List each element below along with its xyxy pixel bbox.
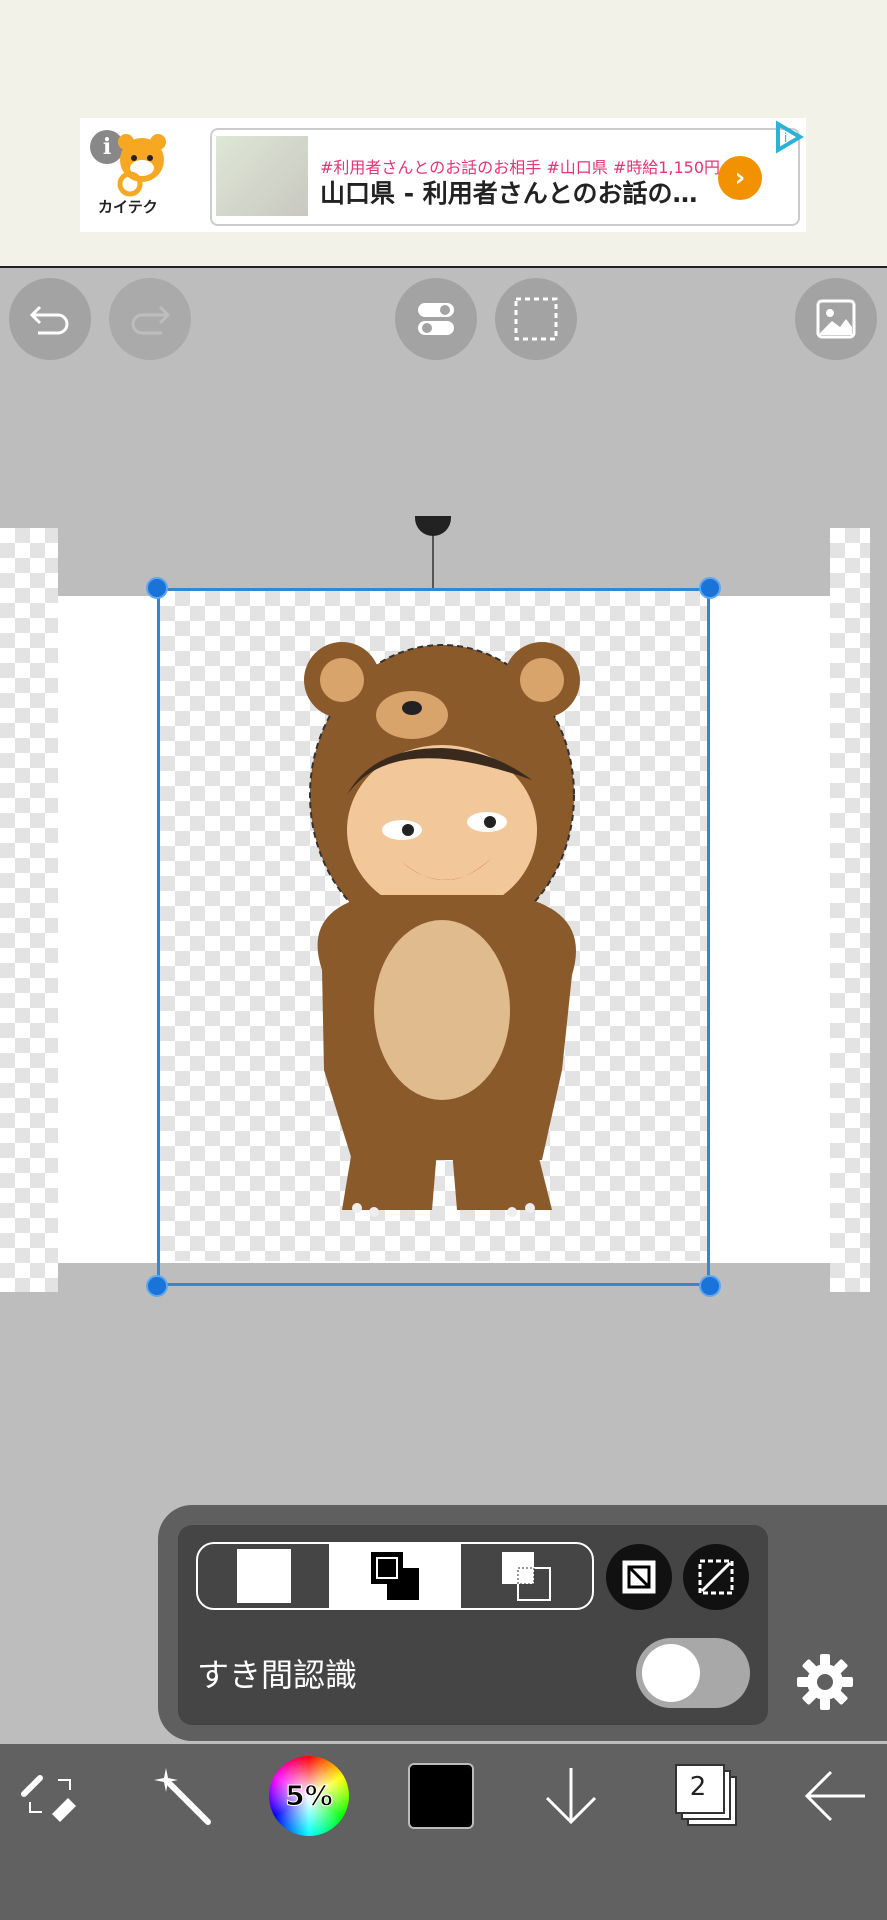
handle-bottom-left[interactable] [146,1275,168,1297]
ad-banner-area: i カイテク #利用者さんとのお話のお相手 #山口県 #時給1,150円 山口県… [0,0,887,268]
toggle-knob [642,1644,700,1702]
mode-subtract-icon [502,1552,552,1601]
current-color-swatch [408,1763,474,1829]
undo-button[interactable] [9,278,91,360]
layers-count: 2 [689,1772,707,1802]
mode-add-icon [370,1552,419,1600]
mode-subtract-button[interactable] [461,1544,592,1608]
magic-wand-icon [154,1768,211,1825]
toggle-panel-button[interactable] [395,278,477,360]
clear-selection-button[interactable] [683,1544,749,1610]
color-wheel-icon: 5% [269,1756,349,1836]
selection-rectangle[interactable] [157,588,710,1286]
rotate-line [432,533,434,588]
arrow-down-icon [545,1768,597,1825]
ad-arrow-button[interactable]: › [718,156,762,200]
toggle-icon [418,303,454,335]
gap-detection-toggle[interactable] [636,1638,750,1708]
back-button[interactable] [800,1758,872,1834]
handle-top-right[interactable] [699,577,721,599]
mode-new-icon [236,1549,291,1603]
mode-new-button[interactable] [198,1544,329,1608]
gap-detection-label: すき間認識 [197,1656,358,1694]
select-tool-button[interactable] [495,278,577,360]
ad-card[interactable]: #利用者さんとのお話のお相手 #山口県 #時給1,150円 山口県 - 利用者さ… [210,128,800,226]
adchoices-icon[interactable]: i [772,120,806,154]
image-button[interactable] [795,278,877,360]
layers-icon: 2 [675,1764,739,1828]
ad-photo [216,136,308,216]
brush-percent: 5% [285,1779,334,1813]
arrow-left-icon [804,1770,865,1822]
undo-icon [29,305,69,335]
color-wheel-button[interactable]: 5% [268,1756,350,1836]
handle-top-left[interactable] [146,577,168,599]
ad-logo[interactable]: i カイテク [80,118,190,232]
brush-eraser-icon [21,1775,76,1822]
redo-button[interactable] [109,278,191,360]
ad-headline: 山口県 - 利用者さんとのお話のお... [320,179,720,208]
brush-eraser-tool[interactable] [12,1758,88,1834]
handle-bottom-right[interactable] [699,1275,721,1297]
clear-selection-icon [698,1559,734,1595]
canvas-left-strip [0,528,58,1292]
gear-icon[interactable] [795,1652,855,1712]
ad-logo-text: カイテク [98,198,158,216]
image-icon [816,299,856,339]
mode-add-button[interactable] [329,1544,461,1608]
selection-mode-segment[interactable] [196,1542,594,1610]
current-color-button[interactable] [408,1758,474,1834]
invert-selection-icon [622,1560,656,1594]
layers-button[interactable]: 2 [672,1758,742,1834]
magic-wand-tool[interactable] [144,1758,220,1834]
svg-text:i: i [784,131,787,145]
canvas-right-strip [830,528,870,1292]
down-arrow-button[interactable] [538,1758,604,1834]
redo-icon [131,305,171,335]
invert-selection-button[interactable] [606,1544,672,1610]
ad-box[interactable]: i カイテク #利用者さんとのお話のお相手 #山口県 #時給1,150円 山口県… [80,118,806,232]
select-icon [514,297,558,341]
